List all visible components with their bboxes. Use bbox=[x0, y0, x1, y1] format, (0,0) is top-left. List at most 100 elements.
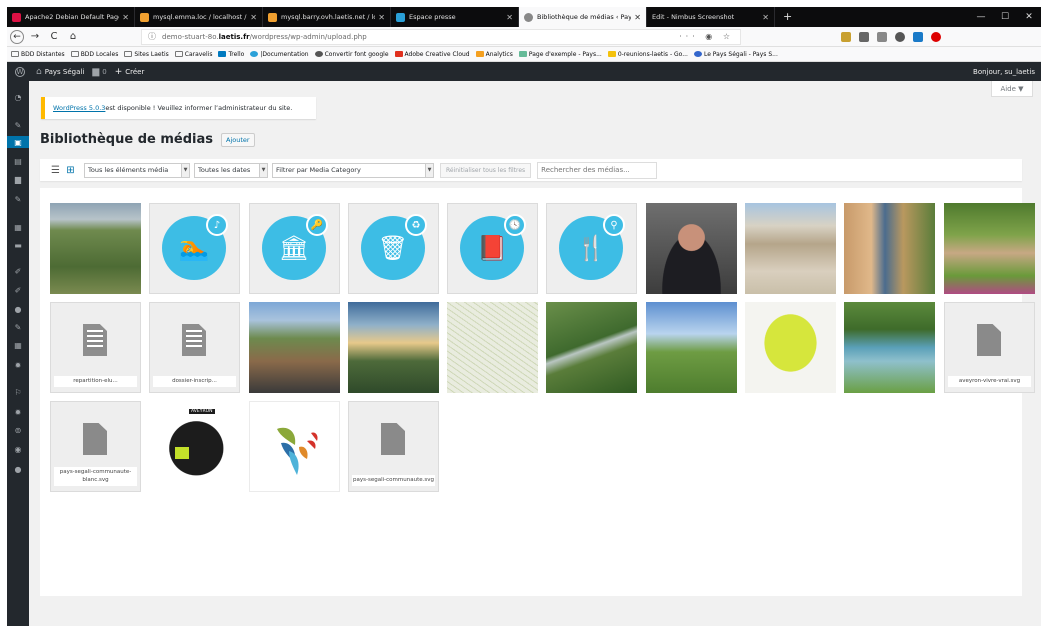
bookmark-folder[interactable]: Caravelis bbox=[174, 51, 212, 58]
new-content-link[interactable]: + Créer bbox=[115, 67, 145, 77]
close-tab-icon[interactable]: ✕ bbox=[634, 13, 641, 22]
media-search-input[interactable] bbox=[537, 161, 658, 179]
site-info-icon[interactable]: ⓘ bbox=[148, 31, 156, 42]
media-item-terrace[interactable] bbox=[249, 302, 340, 393]
media-item-aveyron-map[interactable]: AVEYRON bbox=[149, 401, 240, 492]
media-item-countryside[interactable] bbox=[646, 302, 737, 393]
close-tab-icon[interactable]: ✕ bbox=[506, 13, 513, 22]
media-item-viaduct[interactable] bbox=[348, 302, 439, 393]
bookmark-link[interactable]: 0-reunions-laetis - Go... bbox=[607, 51, 688, 58]
close-tab-icon[interactable]: ✕ bbox=[762, 13, 769, 22]
reset-filters-button[interactable]: Réinitialiser tous les filtres bbox=[440, 162, 532, 178]
media-item-street-shop[interactable] bbox=[844, 203, 935, 294]
plugins-icon[interactable]: ✐ bbox=[7, 284, 29, 296]
bookmark-link[interactable]: Analytics bbox=[475, 51, 513, 58]
media-item-swimming-icon[interactable]: 🏊 ♪ bbox=[149, 203, 240, 294]
bookmark-folder[interactable]: BDD Locales bbox=[70, 51, 118, 58]
media-icon[interactable]: ▣ bbox=[7, 136, 29, 148]
browser-tab-nimbus[interactable]: Edit - Nimbus Screenshot ✕ bbox=[647, 7, 775, 27]
url-bar[interactable]: ⓘ demo-stuart-8o. laetis.fr/wordpress/wp-… bbox=[141, 28, 741, 45]
bookmark-link[interactable]: |Documentation bbox=[250, 51, 309, 58]
browser-tab-media-library[interactable]: Bibliothèque de médias ‹ Pays ✕ bbox=[519, 7, 647, 27]
folder-icon[interactable]: ▬ bbox=[7, 239, 29, 251]
browser-tab-mysql-emma[interactable]: mysql.emma.loc / localhost / ✕ bbox=[135, 7, 263, 27]
apache-favicon-icon bbox=[12, 12, 21, 22]
bookmark-link[interactable]: Adobe Creative Cloud bbox=[394, 51, 470, 58]
settings-icon[interactable]: ▦ bbox=[7, 339, 29, 351]
sidebar-icon[interactable] bbox=[877, 31, 887, 42]
bookmark-link[interactable]: Le Pays Ségali - Pays S... bbox=[693, 51, 778, 58]
bookmark-folder[interactable]: BDD Distantes bbox=[11, 51, 65, 58]
list-view-icon[interactable]: ☰ bbox=[50, 165, 61, 176]
posts-icon[interactable]: ✎ bbox=[7, 119, 29, 131]
gear-icon[interactable]: ✹ bbox=[7, 359, 29, 371]
appearance-icon[interactable]: ✐ bbox=[7, 265, 29, 277]
media-item-photo-aerial[interactable] bbox=[50, 203, 141, 294]
comments-icon[interactable]: ▆ bbox=[7, 173, 29, 185]
bookmark-folder[interactable]: Sites Laetis bbox=[124, 51, 169, 58]
forward-button[interactable]: → bbox=[27, 29, 43, 45]
media-category-select[interactable]: Filtrer par Media Category ▼ bbox=[272, 162, 434, 178]
media-type-select[interactable]: Tous les éléments média ▼ bbox=[84, 162, 190, 178]
pages-icon[interactable]: ▤ bbox=[7, 155, 29, 167]
grid-view-icon[interactable]: ⊞ bbox=[65, 165, 76, 176]
media-item-svg-file[interactable]: pays-segali-communaute-blanc.svg bbox=[50, 401, 141, 492]
bookmark-link[interactable]: Convertir font google bbox=[314, 51, 389, 58]
library-icon[interactable] bbox=[859, 31, 869, 42]
maximize-button[interactable]: ☐ bbox=[993, 7, 1017, 27]
media-item-region-map[interactable] bbox=[745, 302, 836, 393]
page-actions-icon[interactable]: ··· ◉ ☆ bbox=[679, 32, 734, 41]
wordpress-logo-icon[interactable]: W bbox=[15, 66, 28, 77]
media-item-restaurant-icon[interactable]: 🍴 ⚲ bbox=[546, 203, 637, 294]
dashboard-icon[interactable]: ◔ bbox=[7, 91, 29, 103]
media-item-document[interactable]: repartition-elu... bbox=[50, 302, 141, 393]
close-window-button[interactable]: ✕ bbox=[1017, 7, 1041, 27]
media-item-svg-file[interactable]: aveyron-vivre-vrai.svg bbox=[944, 302, 1035, 393]
media-item-bridge-valley[interactable] bbox=[546, 302, 637, 393]
bookmark-link[interactable]: Page d'exemple - Pays... bbox=[518, 51, 602, 58]
collapse-menu-icon[interactable]: ● bbox=[7, 463, 29, 475]
gear-icon[interactable]: ✹ bbox=[7, 406, 29, 418]
extension-icon[interactable] bbox=[931, 31, 941, 42]
back-button[interactable]: ← bbox=[10, 29, 24, 44]
users-icon[interactable]: ● bbox=[7, 303, 29, 315]
translate-icon[interactable]: ⊚ bbox=[7, 424, 29, 436]
browser-tab-espace-presse[interactable]: Espace presse ✕ bbox=[391, 7, 519, 27]
browser-tab-mysql-barry[interactable]: mysql.barry.ovh.laetis.net / loc ✕ bbox=[263, 7, 391, 27]
media-item-svg-file[interactable]: pays-segali-communaute.svg bbox=[348, 401, 439, 492]
globe-icon[interactable]: ◉ bbox=[7, 443, 29, 455]
extension-icon[interactable] bbox=[895, 31, 905, 42]
user-greeting[interactable]: Bonjour, su_laetis bbox=[973, 68, 1035, 76]
new-tab-button[interactable]: + bbox=[775, 7, 800, 27]
media-date-select[interactable]: Toutes les dates ▼ bbox=[194, 162, 268, 178]
close-tab-icon[interactable]: ✕ bbox=[122, 13, 129, 22]
seo-icon[interactable]: ⚐ bbox=[7, 386, 29, 398]
home-button[interactable]: ⌂ bbox=[65, 29, 81, 45]
minimize-button[interactable]: — bbox=[969, 7, 993, 27]
extension-icon[interactable] bbox=[841, 31, 851, 42]
bookmark-link[interactable]: Trello bbox=[218, 51, 244, 58]
media-item-book-icon[interactable]: 📕 🕓 bbox=[447, 203, 538, 294]
media-item-building-icon[interactable]: 🏛 🔑 bbox=[249, 203, 340, 294]
media-item-topo-map[interactable] bbox=[447, 302, 538, 393]
tools-icon[interactable]: ✎ bbox=[7, 321, 29, 333]
media-item-document[interactable]: dossier-inscrip... bbox=[149, 302, 240, 393]
close-tab-icon[interactable]: ✕ bbox=[378, 13, 385, 22]
media-item-village-house[interactable] bbox=[944, 203, 1035, 294]
extension-icon[interactable] bbox=[913, 31, 923, 42]
site-name-link[interactable]: ⌂ Pays Ségali bbox=[36, 67, 84, 77]
media-item-town-square[interactable] bbox=[745, 203, 836, 294]
media-item-portrait[interactable] bbox=[646, 203, 737, 294]
browser-tab-apache[interactable]: Apache2 Debian Default Page: It w ✕ bbox=[7, 7, 135, 27]
wordpress-update-link[interactable]: WordPress 5.0.3 bbox=[53, 104, 105, 112]
add-new-media-button[interactable]: Ajouter bbox=[221, 132, 255, 147]
reload-button[interactable]: C bbox=[46, 29, 62, 45]
pin-icon[interactable]: ✎ bbox=[7, 193, 29, 205]
comments-link[interactable]: ▆ 0 bbox=[92, 67, 106, 77]
forms-icon[interactable]: ▦ bbox=[7, 221, 29, 233]
media-item-logo[interactable] bbox=[249, 401, 340, 492]
close-tab-icon[interactable]: ✕ bbox=[250, 13, 257, 22]
media-item-trash-icon[interactable]: 🗑 ♻ bbox=[348, 203, 439, 294]
help-tab-button[interactable]: Aide ▼ bbox=[991, 81, 1033, 97]
media-item-lake[interactable] bbox=[844, 302, 935, 393]
